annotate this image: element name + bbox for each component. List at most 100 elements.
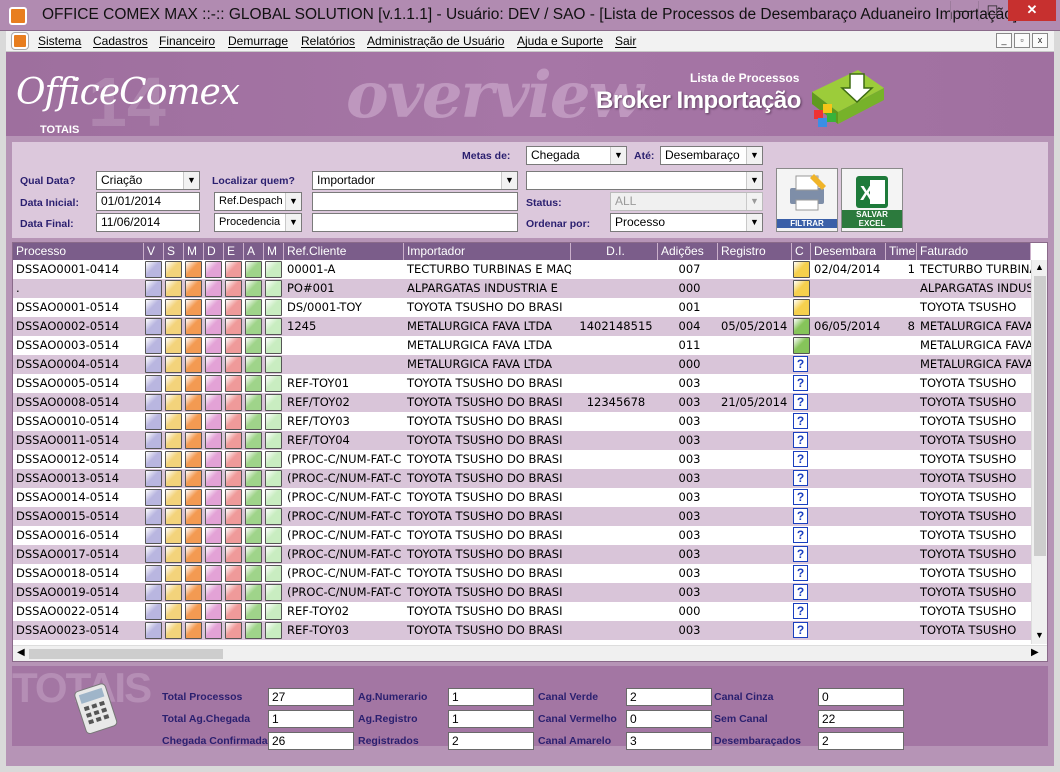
- table-row[interactable]: DSSAO0014-0514 (PROC-C/NUM-FAT-C TOYOTA TS…: [13, 488, 1031, 507]
- scroll-up-icon[interactable]: ▲: [1035, 262, 1044, 272]
- ref-input[interactable]: [312, 192, 518, 211]
- canal-amarelo-value[interactable]: 3: [626, 732, 712, 750]
- status-square-a[interactable]: [245, 356, 262, 373]
- status-square-e[interactable]: [225, 603, 242, 620]
- col-header-importador[interactable]: Importador: [404, 243, 571, 260]
- status-square-a[interactable]: [245, 413, 262, 430]
- status-square-m[interactable]: [185, 337, 202, 354]
- table-row[interactable]: . PO#001 ALPARGATAS INDUSTRIA E 000 ALPARGAT…: [13, 279, 1031, 298]
- col-header-c[interactable]: C: [792, 243, 811, 260]
- status-square-v[interactable]: [145, 508, 162, 525]
- status-square-a[interactable]: [245, 280, 262, 297]
- status-square-s[interactable]: [165, 527, 182, 544]
- table-row[interactable]: DSSAO0005-0514 REF-TOY01 TOYOTA TSUSHO DO …: [13, 374, 1031, 393]
- status-square-e[interactable]: [225, 546, 242, 563]
- status-square-s[interactable]: [165, 413, 182, 430]
- question-icon[interactable]: ?: [793, 603, 808, 619]
- salvar-excel-button[interactable]: X SALVAR EXCEL: [841, 168, 903, 232]
- vertical-scrollbar[interactable]: ▲ ▼: [1031, 260, 1047, 644]
- status-square-d[interactable]: [205, 508, 222, 525]
- status-square-m[interactable]: [265, 489, 282, 506]
- total-processos-value[interactable]: 27: [268, 688, 354, 706]
- status-square-d[interactable]: [205, 565, 222, 582]
- status-square-m[interactable]: [185, 299, 202, 316]
- status-square-s[interactable]: [165, 432, 182, 449]
- status-square-e[interactable]: [225, 394, 242, 411]
- table-row[interactable]: DSSAO0001-0414 00001-A TECTURBO TURBINAS E…: [13, 260, 1031, 279]
- status-square-e[interactable]: [225, 584, 242, 601]
- status-square-e[interactable]: [225, 622, 242, 639]
- mdi-restore-button[interactable]: ▫: [1014, 33, 1030, 48]
- status-square-m[interactable]: [185, 584, 202, 601]
- status-square-m[interactable]: [185, 432, 202, 449]
- scroll-left-icon[interactable]: ◀: [17, 647, 25, 658]
- ref-select[interactable]: Ref.Despach ▼: [214, 192, 302, 211]
- menu-ajuda-suporte[interactable]: Ajuda e Suporte: [517, 34, 603, 48]
- status-square-e[interactable]: [225, 413, 242, 430]
- status-square-a[interactable]: [245, 489, 262, 506]
- status-square-a[interactable]: [245, 375, 262, 392]
- table-row[interactable]: DSSAO0002-0514 1245 METALURGICA FAVA LTDA 1…: [13, 317, 1031, 336]
- status-square-m[interactable]: [265, 394, 282, 411]
- status-square-m[interactable]: [185, 527, 202, 544]
- canal-yellow-indicator[interactable]: [793, 299, 810, 316]
- status-square-v[interactable]: [145, 451, 162, 468]
- col-header-d-i-[interactable]: D.I.: [571, 243, 658, 260]
- question-icon[interactable]: ?: [793, 375, 808, 391]
- table-row[interactable]: DSSAO0008-0514 REF/TOY02 TOYOTA TSUSHO DO …: [13, 393, 1031, 412]
- status-square-v[interactable]: [145, 337, 162, 354]
- status-square-e[interactable]: [225, 299, 242, 316]
- status-square-d[interactable]: [205, 584, 222, 601]
- status-square-s[interactable]: [165, 280, 182, 297]
- col-header-time[interactable]: Time: [886, 243, 917, 260]
- status-square-a[interactable]: [245, 470, 262, 487]
- col-header-m[interactable]: M: [184, 243, 204, 260]
- table-row[interactable]: DSSAO0019-0514 (PROC-C/NUM-FAT-C TOYOTA TS…: [13, 583, 1031, 602]
- status-square-d[interactable]: [205, 318, 222, 335]
- status-square-e[interactable]: [225, 337, 242, 354]
- col-header-e[interactable]: E: [224, 243, 244, 260]
- minimize-button[interactable]: —: [950, 1, 978, 21]
- canal-vermelho-value[interactable]: 0: [626, 710, 712, 728]
- status-square-m[interactable]: [185, 356, 202, 373]
- status-square-d[interactable]: [205, 413, 222, 430]
- status-square-s[interactable]: [165, 375, 182, 392]
- status-square-a[interactable]: [245, 299, 262, 316]
- procedencia-input[interactable]: [312, 213, 518, 232]
- status-square-m[interactable]: [265, 603, 282, 620]
- data-inicial-input[interactable]: 01/01/2014: [96, 192, 200, 211]
- status-square-v[interactable]: [145, 318, 162, 335]
- metas-select[interactable]: Chegada ▼: [526, 146, 627, 165]
- status-square-d[interactable]: [205, 394, 222, 411]
- canal-green-indicator[interactable]: [793, 318, 810, 335]
- ag-numerario-value[interactable]: 1: [448, 688, 534, 706]
- status-square-m[interactable]: [185, 451, 202, 468]
- status-square-m[interactable]: [265, 280, 282, 297]
- table-row[interactable]: DSSAO0010-0514 REF/TOY03 TOYOTA TSUSHO DO …: [13, 412, 1031, 431]
- col-header-desembara[interactable]: Desembara: [811, 243, 886, 260]
- status-square-v[interactable]: [145, 546, 162, 563]
- status-square-a[interactable]: [245, 394, 262, 411]
- status-square-e[interactable]: [225, 451, 242, 468]
- status-square-s[interactable]: [165, 565, 182, 582]
- data-final-input[interactable]: 11/06/2014: [96, 213, 200, 232]
- status-square-a[interactable]: [245, 527, 262, 544]
- status-square-d[interactable]: [205, 451, 222, 468]
- col-header-processo[interactable]: Processo: [13, 243, 144, 260]
- status-square-e[interactable]: [225, 565, 242, 582]
- col-header-adi-es[interactable]: Adições: [658, 243, 718, 260]
- status-square-a[interactable]: [245, 337, 262, 354]
- table-row[interactable]: DSSAO0023-0514 REF-TOY03 TOYOTA TSUSHO DO …: [13, 621, 1031, 640]
- status-square-e[interactable]: [225, 261, 242, 278]
- localizar-select[interactable]: Importador ▼: [312, 171, 518, 190]
- importador-select[interactable]: ▼: [526, 171, 763, 190]
- status-square-v[interactable]: [145, 356, 162, 373]
- status-square-v[interactable]: [145, 527, 162, 544]
- status-square-s[interactable]: [165, 603, 182, 620]
- scroll-down-icon[interactable]: ▼: [1035, 630, 1044, 640]
- status-select[interactable]: ALL ▼: [610, 192, 763, 211]
- ag-registro-value[interactable]: 1: [448, 710, 534, 728]
- question-icon[interactable]: ?: [793, 413, 808, 429]
- table-row[interactable]: DSSAO0004-0514 METALURGICA FAVA LTDA 000? M…: [13, 355, 1031, 374]
- status-square-m[interactable]: [185, 565, 202, 582]
